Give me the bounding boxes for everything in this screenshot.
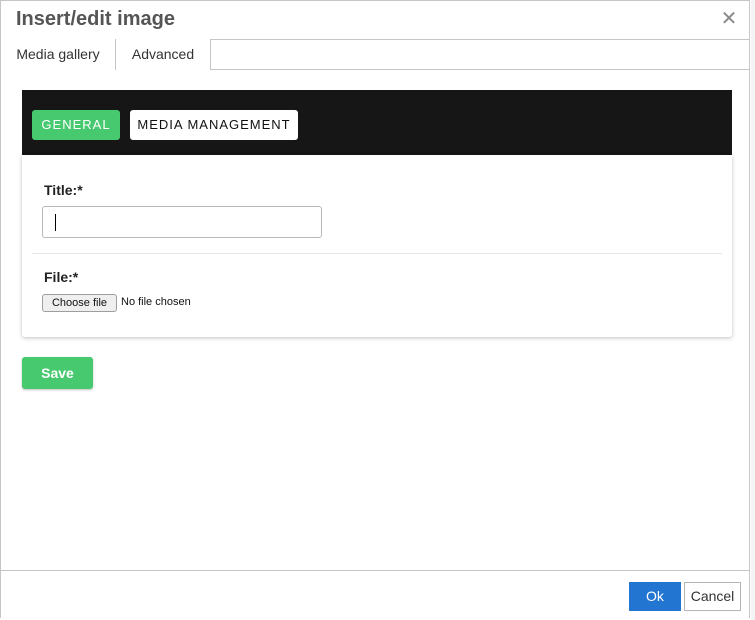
ok-button[interactable]: Ok: [629, 582, 681, 611]
tab-advanced[interactable]: Advanced: [115, 39, 211, 70]
no-file-chosen-text: No file chosen: [121, 296, 191, 308]
choose-file-button[interactable]: Choose file: [42, 294, 117, 312]
general-tab-button[interactable]: GENERAL: [32, 110, 120, 140]
cancel-button[interactable]: Cancel: [684, 582, 741, 611]
dialog-title: Insert/edit image: [16, 8, 175, 30]
text-caret: [55, 214, 56, 231]
field-divider: [32, 253, 722, 254]
close-icon[interactable]: ✕: [719, 9, 739, 29]
title-input[interactable]: [42, 206, 322, 238]
media-topbar: GENERAL MEDIA MANAGEMENT: [22, 90, 732, 155]
dialog-header: Insert/edit image ✕: [1, 1, 749, 39]
insert-edit-image-dialog: Insert/edit image ✕ Media gallery Advanc…: [0, 0, 750, 619]
upload-form-card: Title:* File:* Choose file No file chose…: [22, 155, 732, 337]
media-panel: GENERAL MEDIA MANAGEMENT Title:* File:* …: [22, 90, 732, 337]
file-label: File:*: [44, 269, 79, 285]
background-page-edge: [751, 0, 755, 620]
dialog-tabs: Media gallery Advanced: [1, 39, 749, 70]
media-management-tab-button[interactable]: MEDIA MANAGEMENT: [130, 110, 298, 140]
title-label: Title:*: [44, 182, 83, 198]
save-button[interactable]: Save: [22, 357, 93, 389]
dialog-footer: Ok Cancel: [1, 570, 749, 619]
tab-media-gallery[interactable]: Media gallery: [1, 39, 116, 70]
